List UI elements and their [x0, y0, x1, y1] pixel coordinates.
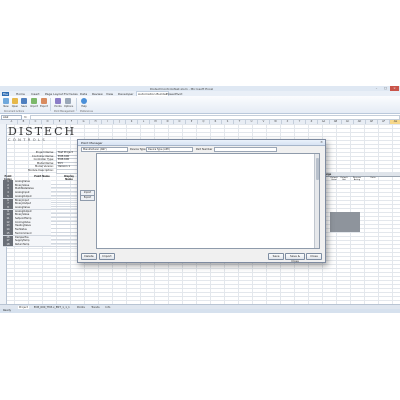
- project-label: Controller Type:: [33, 158, 54, 162]
- folder-icon: [12, 98, 18, 104]
- window-title: DistechControlsTest.xlsm - Microsoft Exc…: [150, 86, 214, 91]
- open-button[interactable]: Open: [11, 98, 19, 110]
- new-button[interactable]: New: [2, 98, 10, 110]
- tab-home[interactable]: Home: [16, 92, 25, 96]
- points-button[interactable]: Points: [54, 98, 62, 110]
- dialog-title-bar: Point Manager ×: [78, 140, 325, 146]
- import-button[interactable]: Import: [30, 98, 38, 110]
- close-icon[interactable]: ×: [320, 140, 323, 144]
- import-button[interactable]: Import: [99, 253, 115, 260]
- vertical-scrollbar[interactable]: [314, 154, 319, 248]
- point-manager-dialog: Point Manager × Manufacturer (ANY) Devic…: [77, 139, 326, 263]
- right-sheet-table: Range Default Value Default Unit Reverse…: [322, 172, 400, 232]
- point-name-header: Point Name: [34, 175, 50, 178]
- export-button[interactable]: Export: [40, 98, 48, 110]
- group-point-management: Point Management: [54, 110, 75, 113]
- dialog-title: Point Manager: [81, 140, 103, 145]
- status-text: Ready: [3, 309, 12, 313]
- options-button[interactable]: Options: [64, 98, 73, 110]
- ribbon: New Open Save Import Export Document Act…: [0, 96, 400, 114]
- gear-icon: [65, 98, 71, 104]
- project-label: Project Name:: [35, 151, 54, 154]
- scrollbar-thumb[interactable]: [315, 158, 319, 180]
- point-index: 18: [3, 242, 13, 247]
- save-button[interactable]: Save: [20, 98, 28, 110]
- device-type-label: Device Type: [130, 147, 146, 151]
- logo-subtext: CONTROLS: [8, 138, 48, 142]
- ribbon-separator: [50, 98, 51, 111]
- shaded-cells: [330, 212, 360, 232]
- tab-review[interactable]: Review: [92, 92, 103, 96]
- close-button[interactable]: Close: [306, 253, 322, 260]
- tab-formulas[interactable]: Formulas: [64, 92, 78, 96]
- distech-logo: DISTECH CONTROLS: [8, 126, 76, 142]
- device-type-filter[interactable]: Device Type (ANY): [146, 147, 193, 153]
- reverse-acting-header: Reverse Acting: [352, 177, 362, 181]
- status-bar: Ready: [0, 309, 400, 313]
- table-row[interactable]: 18 ReturnTemp: [3, 242, 77, 248]
- ribbon-separator: [76, 98, 77, 111]
- export-icon: [41, 98, 47, 104]
- logo-text: DISTECH: [8, 125, 77, 138]
- manufacturer-filter[interactable]: Manufacturer (ANY): [81, 147, 128, 153]
- group-document-actions: Document Actions: [4, 110, 25, 113]
- tab-file[interactable]: File: [2, 91, 10, 96]
- help-icon: [81, 98, 87, 104]
- tab-data[interactable]: Data: [80, 92, 87, 96]
- group-preferences: Preferences: [80, 110, 93, 113]
- delete-button[interactable]: Delete: [81, 253, 97, 260]
- default-unit-header: Default Unit: [340, 177, 348, 181]
- tab-view[interactable]: View: [106, 92, 113, 96]
- side-export-button[interactable]: Export: [80, 195, 95, 202]
- new-document-icon: [3, 98, 9, 104]
- tab-developer[interactable]: Developer: [118, 92, 133, 96]
- point-name: ReturnTemp: [13, 242, 51, 247]
- help-button[interactable]: Help: [80, 98, 88, 110]
- units-header: Units: [370, 177, 376, 179]
- tab-powerpivot[interactable]: PowerPivot: [166, 92, 182, 96]
- save-button[interactable]: Save: [268, 253, 284, 260]
- import-icon: [31, 98, 37, 104]
- function-icon[interactable]: fx: [24, 115, 27, 119]
- save-close-button[interactable]: Save & Close: [285, 253, 305, 263]
- project-label: Model Version:: [34, 165, 54, 169]
- point-record-list[interactable]: [96, 153, 320, 249]
- disk-icon: [21, 98, 27, 104]
- project-label: Module Description:: [28, 169, 54, 172]
- part-number-label: Part Number: [196, 147, 213, 151]
- default-value-header: Default Value: [330, 177, 338, 181]
- tab-page-layout[interactable]: Page Layout: [45, 92, 63, 96]
- points-icon: [55, 98, 61, 104]
- part-number-filter[interactable]: [214, 147, 277, 153]
- tab-insert[interactable]: Insert: [31, 92, 40, 96]
